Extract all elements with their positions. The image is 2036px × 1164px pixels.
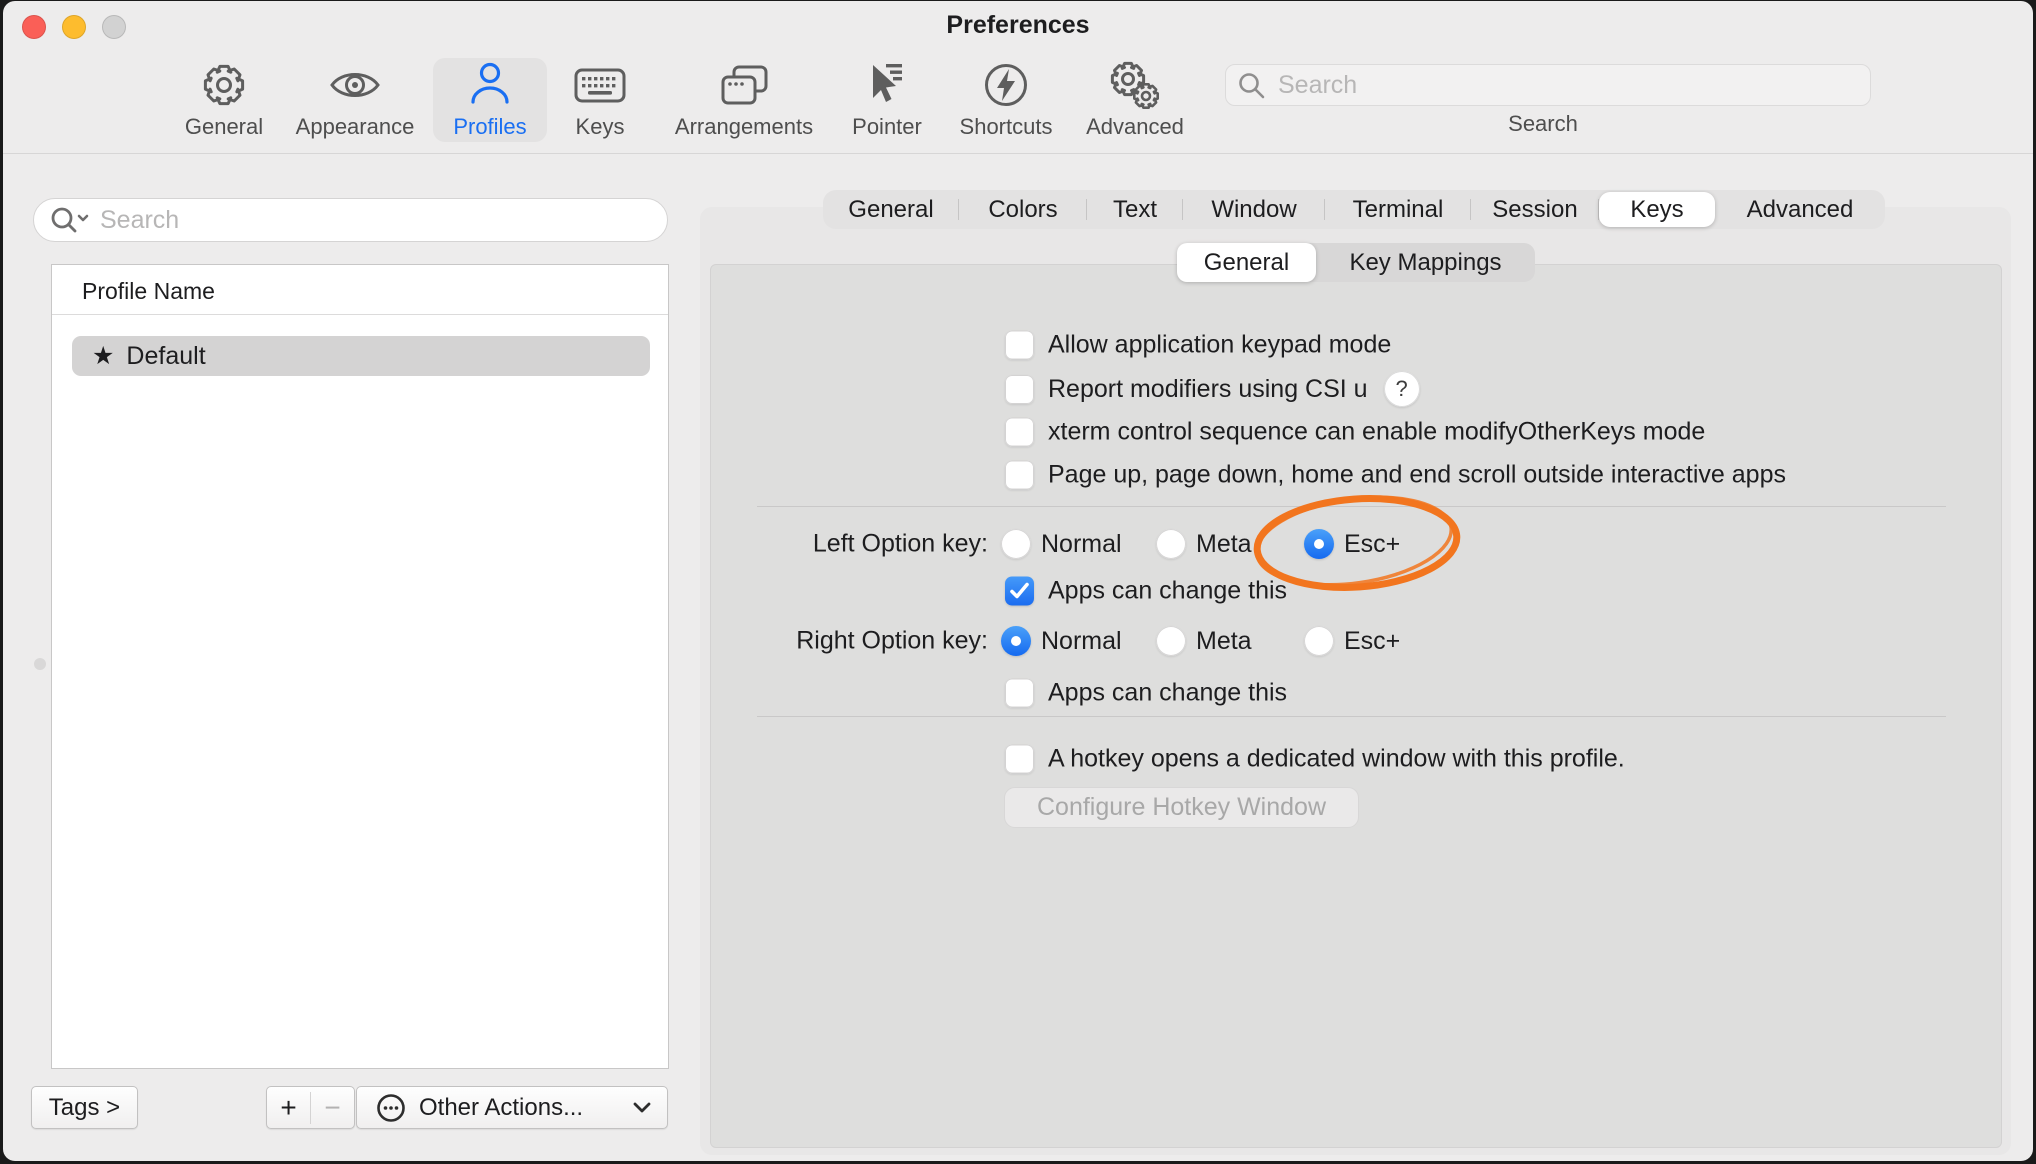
radio-right-normal[interactable] <box>1001 626 1031 656</box>
row-page-scroll: Page up, page down, home and end scroll … <box>1005 461 1786 490</box>
tab-general[interactable]: General <box>823 190 959 229</box>
row-right-apps-change: Apps can change this <box>1005 679 1287 708</box>
tab-session[interactable]: Session <box>1471 190 1599 229</box>
tab-window[interactable]: Window <box>1183 190 1325 229</box>
radio-left-normal[interactable] <box>1001 529 1031 559</box>
toolbar-item-general[interactable]: General <box>149 58 299 140</box>
separator <box>757 506 1946 507</box>
separator <box>757 716 1946 717</box>
toolbar-divider <box>3 153 2033 154</box>
toolbar-item-advanced[interactable]: Advanced <box>1060 58 1210 140</box>
ellipsis-circle-icon <box>375 1092 407 1124</box>
toolbar-item-shortcuts[interactable]: Shortcuts <box>931 58 1081 140</box>
subtab-general[interactable]: General <box>1177 243 1316 282</box>
zoom-button[interactable] <box>102 15 126 39</box>
eye-icon <box>280 58 430 112</box>
list-header-divider <box>52 314 668 315</box>
row-left-apps-change: Apps can change this <box>1005 577 1287 606</box>
right-option-esc[interactable]: Esc+ <box>1304 626 1400 656</box>
left-option-meta[interactable]: Meta <box>1156 529 1252 559</box>
gears-icon <box>1060 58 1210 112</box>
toolbar-item-appearance[interactable]: Appearance <box>280 58 430 140</box>
chevron-down-icon <box>633 1101 651 1115</box>
window-title: Preferences <box>946 11 1089 40</box>
right-option-label: Right Option key: <box>703 627 988 656</box>
tab-keys[interactable]: Keys <box>1599 192 1715 227</box>
checkbox-csi-u[interactable] <box>1005 375 1034 404</box>
screen: Preferences General Appearance Profiles <box>0 0 2036 1164</box>
toolbar-search-label: Search <box>1508 111 1578 137</box>
tags-button[interactable]: Tags > <box>31 1086 138 1129</box>
profile-row-default[interactable]: ★ Default <box>72 336 650 376</box>
minimize-button[interactable] <box>62 15 86 39</box>
tab-advanced[interactable]: Advanced <box>1715 190 1885 229</box>
checkbox-right-apps-change[interactable] <box>1005 679 1034 708</box>
radio-left-meta[interactable] <box>1156 529 1186 559</box>
configure-hotkey-window-button[interactable]: Configure Hotkey Window <box>1004 787 1359 828</box>
row-csi-u: Report modifiers using CSI u ? <box>1005 371 1420 407</box>
profile-name: Default <box>126 342 205 371</box>
left-option-normal[interactable]: Normal <box>1001 529 1122 559</box>
preferences-window: Preferences General Appearance Profiles <box>3 1 2033 1161</box>
row-modify-other-keys: xterm control sequence can enable modify… <box>1005 418 1705 447</box>
profile-list-header: Profile Name <box>82 278 215 305</box>
tab-text[interactable]: Text <box>1087 190 1183 229</box>
add-remove-group: + − <box>266 1086 355 1129</box>
gear-icon <box>149 58 299 112</box>
profile-list: Profile Name ★ Default <box>51 264 669 1069</box>
search-icon <box>1237 71 1267 101</box>
checkbox-keypad-mode[interactable] <box>1005 331 1034 360</box>
check-icon <box>1009 582 1030 601</box>
profile-search <box>33 198 668 242</box>
radio-left-esc[interactable] <box>1304 529 1334 559</box>
toolbar-search-input[interactable] <box>1225 64 1871 106</box>
row-keypad-mode: Allow application keypad mode <box>1005 331 1391 360</box>
keyboard-icon <box>525 58 675 112</box>
tab-terminal[interactable]: Terminal <box>1325 190 1471 229</box>
radio-right-esc[interactable] <box>1304 626 1334 656</box>
left-option-esc[interactable]: Esc+ <box>1304 529 1400 559</box>
star-icon: ★ <box>92 341 114 371</box>
help-button[interactable]: ? <box>1384 371 1420 407</box>
window-edge-dot <box>34 658 46 670</box>
row-hotkey: A hotkey opens a dedicated window with t… <box>1005 745 1625 774</box>
toolbar-search <box>1225 64 1871 106</box>
remove-profile-button[interactable]: − <box>311 1092 354 1124</box>
right-option-meta[interactable]: Meta <box>1156 626 1252 656</box>
other-actions-dropdown[interactable]: Other Actions... <box>356 1086 668 1129</box>
left-option-label: Left Option key: <box>703 530 988 559</box>
toolbar-item-keys[interactable]: Keys <box>525 58 675 140</box>
other-actions-label: Other Actions... <box>419 1094 583 1122</box>
bolt-circle-icon <box>931 58 1081 112</box>
radio-right-meta[interactable] <box>1156 626 1186 656</box>
checkbox-hotkey[interactable] <box>1005 745 1034 774</box>
profile-tab-bar: General Colors Text Window Terminal Sess… <box>823 190 1885 229</box>
add-profile-button[interactable]: + <box>267 1092 311 1124</box>
right-option-normal[interactable]: Normal <box>1001 626 1122 656</box>
checkbox-left-apps-change[interactable] <box>1005 577 1034 606</box>
checkbox-page-scroll[interactable] <box>1005 461 1034 490</box>
keys-subtab-bar: General Key Mappings <box>1177 243 1535 282</box>
toolbar-item-arrangements[interactable]: Arrangements <box>669 58 819 140</box>
subtab-key-mappings[interactable]: Key Mappings <box>1316 243 1535 282</box>
close-button[interactable] <box>22 15 46 39</box>
search-menu-icon <box>49 206 93 236</box>
profile-search-input[interactable] <box>33 198 668 242</box>
tab-colors[interactable]: Colors <box>959 190 1087 229</box>
windows-icon <box>669 58 819 112</box>
checkbox-modify-other-keys[interactable] <box>1005 418 1034 447</box>
